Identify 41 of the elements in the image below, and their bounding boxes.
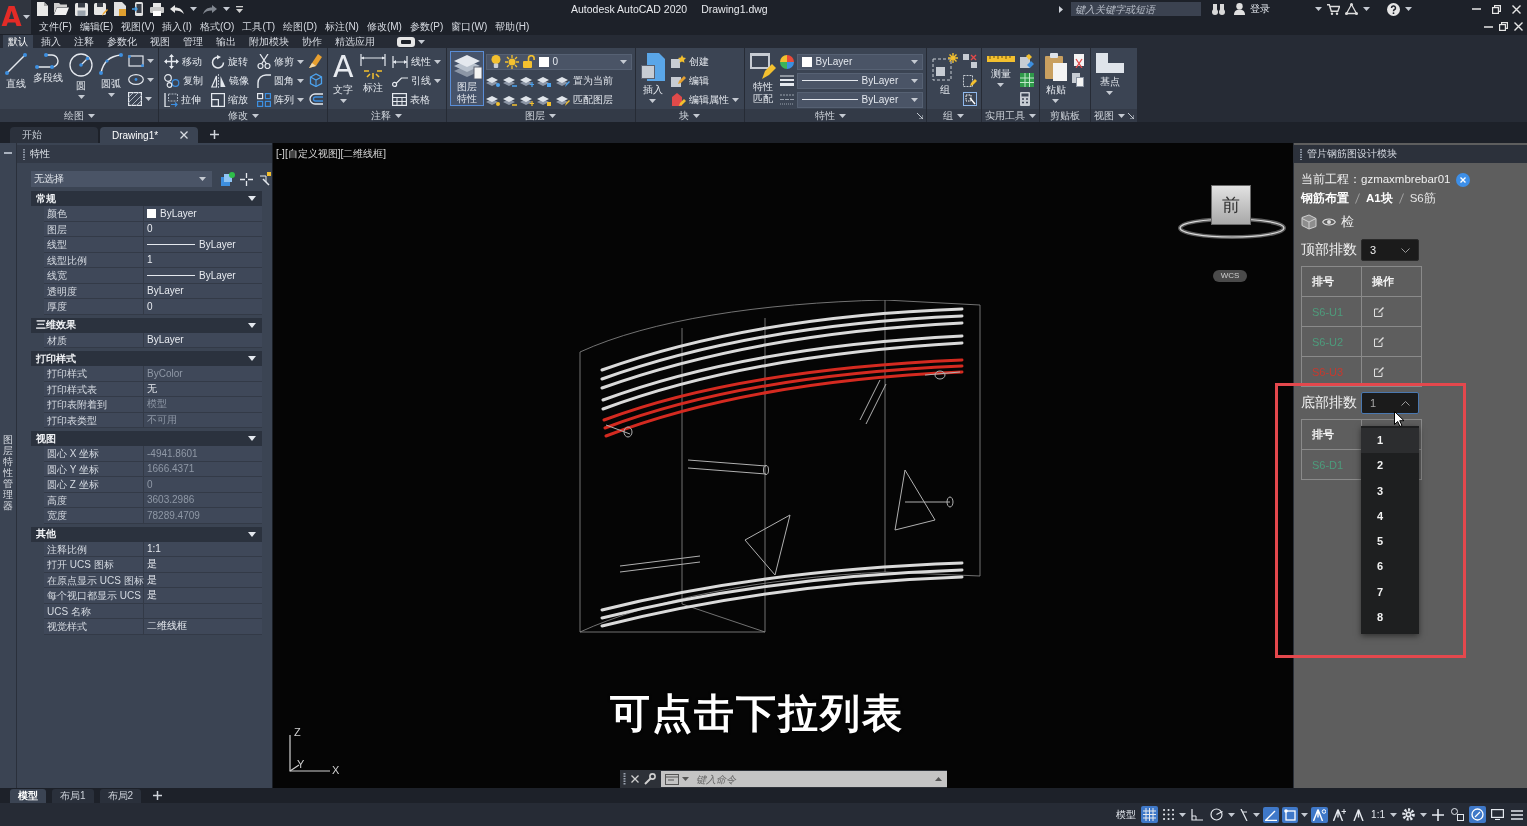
property-name: 材质 — [44, 332, 144, 347]
project-label: 当前工程：gzmaxmbrebar01 — [1301, 172, 1451, 187]
property-name: 线型比例 — [44, 252, 144, 267]
property-name: 在原点显示 UCS 图标 — [44, 572, 144, 587]
subtitle-caption: 可点击下拉列表 — [610, 691, 904, 735]
property-name: 视觉样式 — [44, 619, 144, 634]
property-name: 线宽 — [44, 268, 144, 283]
palette-title: 特性 — [30, 147, 50, 161]
property-name: 打印样式 — [44, 366, 144, 381]
property-name: 打印表附着到 — [44, 397, 144, 412]
panel-title: 管片钢筋图设计模块 — [1307, 147, 1397, 161]
property-name: 厚度 — [44, 299, 144, 314]
table-cell: S6-U1 — [1301, 296, 1362, 327]
property-name: 圆心 Y 坐标 — [44, 461, 144, 476]
axis-label: Z — [294, 727, 301, 738]
table-header-cell: 操作 — [1361, 266, 1422, 297]
property-name: 注释比例 — [44, 541, 144, 556]
property-name: 图层 — [44, 221, 144, 236]
property-name: 线型 — [44, 237, 144, 252]
document-name: Drawing1.dwg — [701, 3, 768, 15]
property-name: 打印样式表 — [44, 381, 144, 396]
property-name: 透明度 — [44, 283, 144, 298]
letter-icon: A — [333, 53, 354, 81]
table-header-cell: 排号 — [1301, 419, 1362, 450]
axis-label: X — [332, 765, 340, 776]
field-label: 底部排数 — [1301, 394, 1357, 412]
table-cell: S6-D1 — [1301, 449, 1362, 480]
property-name: 圆心 X 坐标 — [44, 446, 144, 461]
table-cell: S6-U2 — [1301, 326, 1362, 357]
property-name: 每个视口都显示 UCS — [44, 588, 144, 603]
property-name: 颜色 — [44, 206, 144, 221]
property-name: 圆心 Z 坐标 — [44, 477, 144, 492]
table-header-cell: 排号 — [1301, 266, 1362, 297]
property-name: 高度 — [44, 492, 144, 507]
property-name: 打印表类型 — [44, 412, 144, 427]
property-name: 宽度 — [44, 508, 144, 523]
table-cell: S6-U3 — [1301, 356, 1362, 387]
property-name: 打开 UCS 图标 — [44, 557, 144, 572]
field-label: 顶部排数 — [1301, 241, 1357, 259]
axis-label: Y — [297, 759, 305, 770]
window-title: Autodesk AutoCAD 2020 — [571, 3, 688, 15]
